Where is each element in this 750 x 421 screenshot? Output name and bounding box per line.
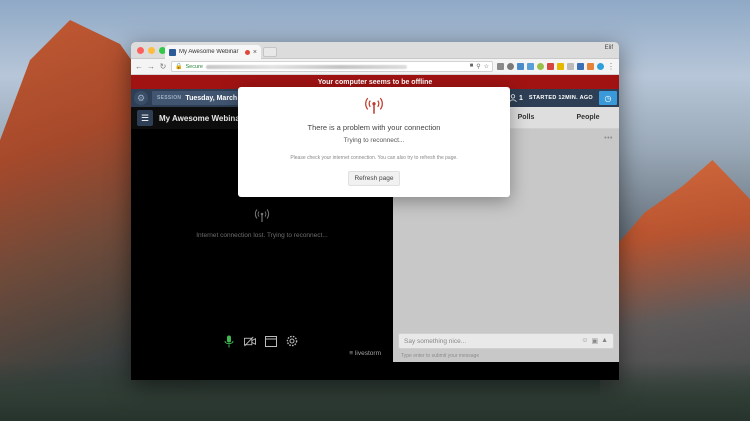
- session-label: SESSION: [157, 95, 182, 101]
- emoji-icon[interactable]: ☺: [581, 337, 588, 345]
- refresh-page-button[interactable]: Refresh page: [348, 171, 400, 186]
- browser-toolbar: ← → ↻ 🔒 Secure ■ ⚲ ☆ ⋮: [131, 59, 619, 75]
- tab-title: My Awesome Webinar: [179, 49, 239, 55]
- extension-icon[interactable]: [547, 63, 554, 70]
- browser-menu-icon[interactable]: ⋮: [607, 62, 615, 71]
- camera-off-icon[interactable]: [244, 335, 256, 347]
- extension-icon[interactable]: [507, 63, 514, 70]
- blurred-url: [205, 64, 407, 69]
- gift-icon[interactable]: ▣: [591, 337, 598, 345]
- back-button[interactable]: ←: [135, 62, 143, 71]
- brand-mark-icon: ≡: [349, 350, 353, 357]
- started-label: STARTED 12MIN. AGO: [528, 95, 593, 101]
- tab-bar: My Awesome Webinar × Elif: [131, 42, 619, 59]
- extension-icon[interactable]: [497, 63, 504, 70]
- close-window-button[interactable]: [137, 47, 144, 54]
- reload-button[interactable]: ↻: [159, 62, 167, 71]
- modal-help-text: Please check your internet connection. Y…: [290, 155, 458, 161]
- browser-tab[interactable]: My Awesome Webinar ×: [165, 45, 261, 59]
- address-bar[interactable]: 🔒 Secure ■ ⚲ ☆: [171, 61, 493, 72]
- extension-icon[interactable]: [597, 63, 604, 70]
- extension-icon[interactable]: [587, 63, 594, 70]
- bookmark-star-icon[interactable]: ☆: [484, 63, 489, 70]
- session-date: Tuesday, March 2: [185, 94, 244, 102]
- favicon-icon: [169, 48, 176, 56]
- more-options-icon[interactable]: •••: [604, 135, 613, 142]
- extension-icon[interactable]: [537, 63, 544, 70]
- extension-icon[interactable]: [557, 63, 564, 70]
- modal-subtitle: Trying to reconnect...: [343, 137, 405, 144]
- lock-icon: 🔒: [175, 64, 183, 70]
- minimize-window-button[interactable]: [148, 47, 155, 54]
- chat-placeholder: Say something nice...: [404, 337, 467, 345]
- user-icon: [509, 94, 517, 102]
- zoom-icon[interactable]: ⚲: [476, 63, 480, 70]
- tab-close-icon[interactable]: ×: [253, 49, 257, 56]
- profile-name[interactable]: Elif: [605, 45, 613, 51]
- stage-title: My Awesome Webinar: [159, 113, 243, 123]
- modal-title: There is a problem with your connection: [307, 123, 441, 132]
- omnibox-icons: ■ ⚲ ☆: [470, 63, 489, 70]
- broadcast-icon: [131, 207, 393, 226]
- window-icon[interactable]: [265, 335, 277, 347]
- chat-input[interactable]: Say something nice... ☺ ▣ ▲: [398, 333, 614, 349]
- extension-icon[interactable]: [567, 63, 574, 70]
- connection-lost-text: Internet connection lost. Trying to reco…: [196, 232, 328, 239]
- extension-icon[interactable]: [527, 63, 534, 70]
- extension-icons: ⋮: [497, 62, 615, 71]
- brand-name: livestorm: [354, 350, 381, 357]
- extension-icon[interactable]: [517, 63, 524, 70]
- camera-icon[interactable]: ■: [470, 63, 474, 70]
- chat-hint: Type enter to submit your message: [401, 353, 480, 359]
- window-controls: [137, 47, 166, 54]
- connection-error-modal: There is a problem with your connection …: [238, 87, 510, 197]
- settings-icon[interactable]: [286, 335, 298, 347]
- tab-people[interactable]: People: [557, 114, 619, 121]
- attendee-count[interactable]: 1: [509, 94, 523, 102]
- brand-logo: ≡ livestorm: [349, 350, 381, 357]
- broadcast-red-icon: [238, 95, 510, 115]
- new-tab-button[interactable]: [263, 47, 277, 57]
- header-right: 1 STARTED 12MIN. AGO ◷: [509, 91, 617, 105]
- session-info: SESSION Tuesday, March 2: [152, 91, 249, 105]
- chat-tools: ☺ ▣ ▲: [581, 337, 608, 345]
- settings-gear-icon[interactable]: ⚙: [134, 91, 148, 105]
- attendee-count-value: 1: [519, 94, 523, 102]
- media-controls: [223, 335, 298, 347]
- clock-icon[interactable]: ◷: [599, 91, 617, 105]
- connection-lost: Internet connection lost. Trying to reco…: [131, 207, 393, 239]
- microphone-icon[interactable]: [223, 335, 235, 347]
- recording-dot-icon: [244, 49, 250, 55]
- secure-label: Secure: [185, 63, 203, 70]
- forward-button[interactable]: →: [147, 62, 155, 71]
- send-icon[interactable]: ▲: [601, 337, 608, 345]
- hamburger-icon[interactable]: ☰: [137, 110, 153, 126]
- extension-icon[interactable]: [577, 63, 584, 70]
